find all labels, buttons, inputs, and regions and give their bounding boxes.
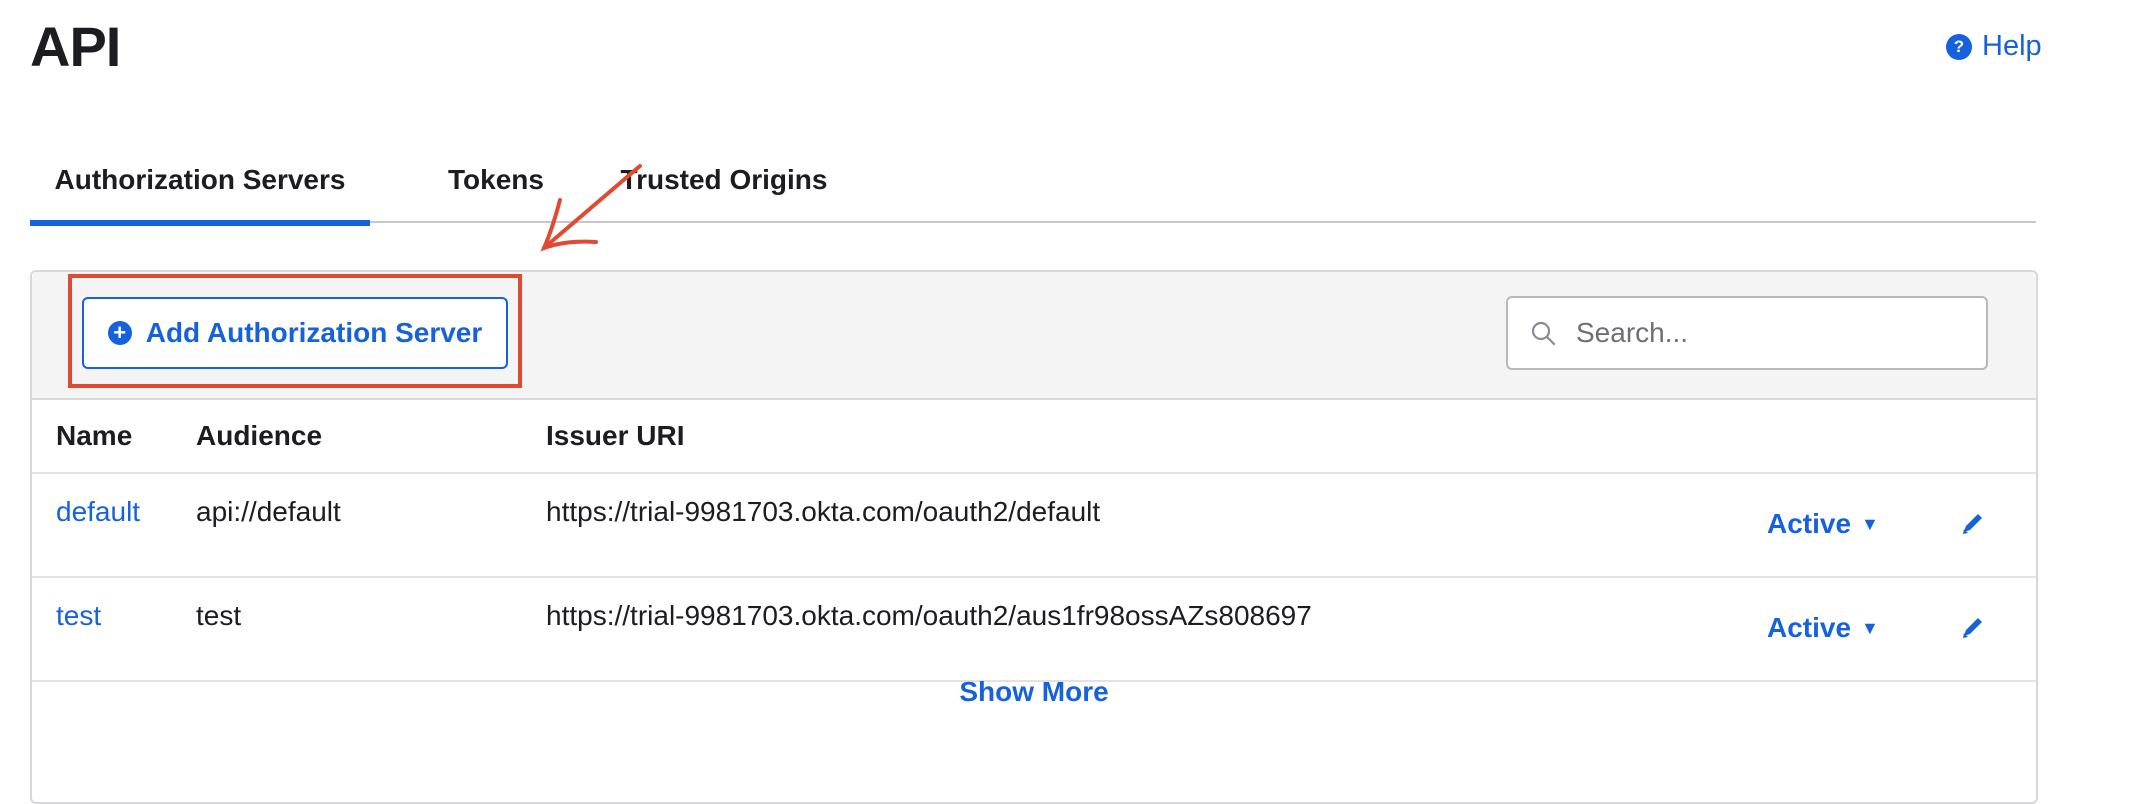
tab-bar: Authorization Servers Tokens Trusted Ori… [30, 150, 2036, 226]
table-header-row: Name Audience Issuer URI [32, 398, 2036, 474]
add-button-label: Add Authorization Server [145, 317, 483, 348]
panel-toolbar: + Add Authorization Server [32, 272, 2036, 400]
audience-cell: api://default [196, 496, 341, 527]
server-name-link[interactable]: default [56, 496, 140, 528]
show-more-link[interactable]: Show More [32, 676, 2036, 708]
help-icon: ? [1946, 33, 1972, 60]
pencil-icon[interactable] [1960, 510, 1986, 541]
plus-circle-icon: + [107, 321, 132, 345]
tab-tokens[interactable]: Tokens [418, 160, 574, 220]
caret-down-icon: ▼ [1861, 617, 1879, 638]
authorization-servers-table: Name Audience Issuer URI default api://d… [32, 398, 2036, 682]
status-label: Active [1767, 612, 1852, 643]
table-row: test test https://trial-9981703.okta.com… [32, 578, 2036, 682]
table-row: default api://default https://trial-9981… [32, 474, 2036, 578]
help-label: Help [1982, 30, 2042, 62]
help-link[interactable]: ? Help [1946, 30, 2042, 63]
issuer-uri-cell: https://trial-9981703.okta.com/oauth2/au… [546, 600, 1312, 631]
add-authorization-server-button[interactable]: + Add Authorization Server [82, 297, 508, 369]
search-field[interactable] [1506, 296, 1988, 370]
caret-down-icon: ▼ [1861, 513, 1879, 534]
pencil-icon[interactable] [1960, 614, 1986, 645]
status-dropdown[interactable]: Active ▼ [1767, 508, 1879, 540]
search-input[interactable] [1574, 316, 1958, 350]
tab-trusted-origins[interactable]: Trusted Origins [610, 160, 838, 220]
issuer-uri-cell: https://trial-9981703.okta.com/oauth2/de… [546, 496, 1101, 527]
tab-authorization-servers[interactable]: Authorization Servers [30, 160, 370, 226]
status-dropdown[interactable]: Active ▼ [1767, 612, 1879, 644]
page-title: API [30, 15, 121, 78]
audience-cell: test [196, 600, 242, 631]
status-label: Active [1767, 508, 1852, 539]
column-header-name: Name [56, 420, 133, 451]
server-name-link[interactable]: test [56, 600, 101, 632]
column-header-audience: Audience [196, 420, 323, 451]
search-icon [1530, 320, 1564, 346]
authorization-servers-panel: + Add Authorization Server Name Audience… [30, 270, 2038, 804]
column-header-issuer-uri: Issuer URI [546, 420, 685, 451]
